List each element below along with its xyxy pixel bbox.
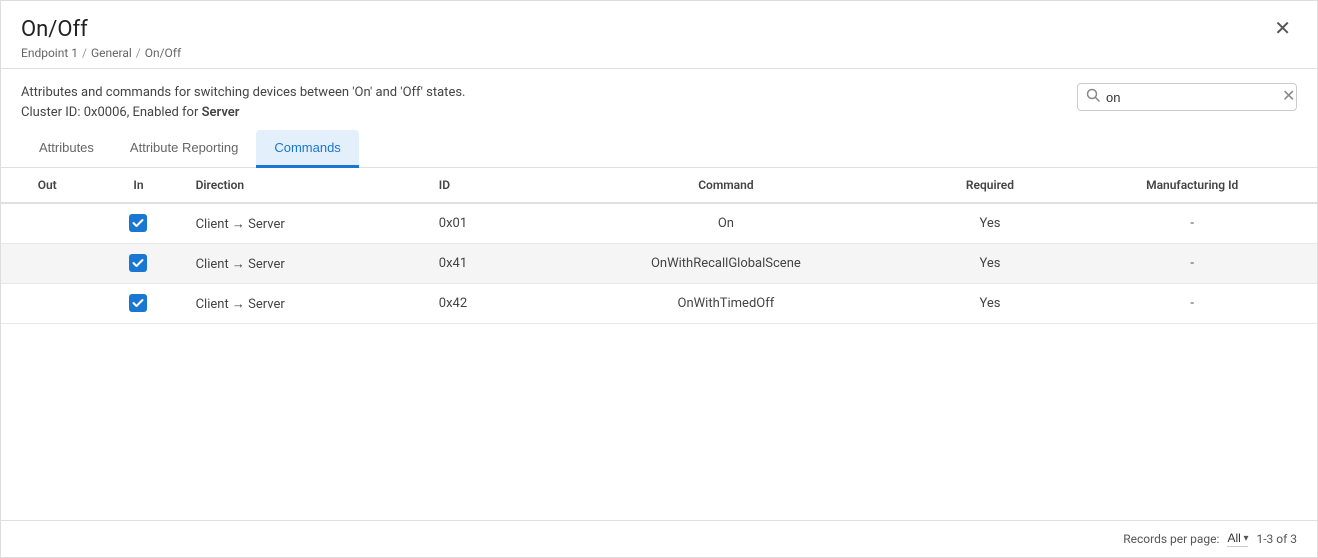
tab-attributes[interactable]: Attributes: [21, 130, 112, 168]
table-row: Client → Server0x41OnWithRecallGlobalSce…: [1, 244, 1317, 284]
modal-title: On/Off: [21, 17, 181, 42]
table-row: Client → Server0x42OnWithTimedOffYes-: [1, 284, 1317, 324]
cell-direction: Client → Server: [184, 203, 427, 244]
col-header-id: ID: [427, 168, 539, 203]
checkbox-checked[interactable]: [129, 294, 147, 312]
breadcrumb-sep-2: /: [136, 46, 141, 60]
description-line1: Attributes and commands for switching de…: [21, 83, 465, 103]
modal-header: On/Off Endpoint 1 / General / On/Off ✕: [1, 1, 1317, 69]
commands-table: Out In Direction ID Command Required Man…: [1, 168, 1317, 324]
cell-required: Yes: [913, 203, 1068, 244]
cell-required: Yes: [913, 244, 1068, 284]
cell-direction: Client → Server: [184, 284, 427, 324]
cell-id: 0x01: [427, 203, 539, 244]
records-per-page-label: Records per page:: [1123, 532, 1219, 546]
modal: On/Off Endpoint 1 / General / On/Off ✕ A…: [0, 0, 1318, 558]
cell-manufacturing-id: -: [1067, 244, 1317, 284]
search-box: ✕: [1077, 83, 1297, 111]
cell-required: Yes: [913, 284, 1068, 324]
cell-command: OnWithTimedOff: [539, 284, 912, 324]
table-header-row: Out In Direction ID Command Required Man…: [1, 168, 1317, 203]
cell-id: 0x42: [427, 284, 539, 324]
table-row: Client → Server0x01OnYes-: [1, 203, 1317, 244]
cell-in[interactable]: [93, 244, 183, 284]
cell-command: OnWithRecallGlobalScene: [539, 244, 912, 284]
breadcrumb-item-1: Endpoint 1: [21, 46, 78, 60]
description-line2-prefix: Cluster ID: 0x0006, Enabled for: [21, 105, 202, 120]
cell-out: [1, 244, 93, 284]
breadcrumb-item-3: On/Off: [145, 46, 181, 60]
col-header-in: In: [93, 168, 183, 203]
checkbox-checked[interactable]: [129, 214, 147, 232]
cell-direction: Client → Server: [184, 244, 427, 284]
search-input[interactable]: [1106, 90, 1282, 105]
cell-manufacturing-id: -: [1067, 203, 1317, 244]
search-icon: [1086, 88, 1100, 106]
table-container: Out In Direction ID Command Required Man…: [1, 168, 1317, 520]
tab-attribute-reporting[interactable]: Attribute Reporting: [112, 130, 256, 168]
breadcrumb-sep-1: /: [82, 46, 87, 60]
per-page-select[interactable]: All 10 25 50: [1227, 531, 1241, 545]
cell-id: 0x41: [427, 244, 539, 284]
tabs: Attributes Attribute Reporting Commands: [1, 130, 1317, 168]
description-line2: Cluster ID: 0x0006, Enabled for Server: [21, 103, 465, 123]
col-header-direction: Direction: [184, 168, 427, 203]
cell-in[interactable]: [93, 203, 183, 244]
description-text: Attributes and commands for switching de…: [21, 83, 465, 122]
per-page-wrapper: All 10 25 50 ▾: [1227, 531, 1248, 547]
tab-commands[interactable]: Commands: [256, 130, 358, 168]
cell-in[interactable]: [93, 284, 183, 324]
close-button[interactable]: ✕: [1268, 17, 1297, 41]
chevron-down-icon: ▾: [1243, 533, 1248, 544]
header-left: On/Off Endpoint 1 / General / On/Off: [21, 17, 181, 60]
cell-manufacturing-id: -: [1067, 284, 1317, 324]
cell-command: On: [539, 203, 912, 244]
description-line2-bold: Server: [202, 105, 240, 120]
breadcrumb: Endpoint 1 / General / On/Off: [21, 46, 181, 60]
checkbox-checked[interactable]: [129, 254, 147, 272]
col-header-command: Command: [539, 168, 912, 203]
description-section: Attributes and commands for switching de…: [1, 69, 1317, 130]
breadcrumb-item-2: General: [91, 46, 132, 60]
col-header-out: Out: [1, 168, 93, 203]
col-header-manufacturing-id: Manufacturing Id: [1067, 168, 1317, 203]
cell-out: [1, 203, 93, 244]
footer: Records per page: All 10 25 50 ▾ 1-3 of …: [1, 520, 1317, 557]
col-header-required: Required: [913, 168, 1068, 203]
records-range-label: 1-3 of 3: [1256, 532, 1297, 546]
search-clear-button[interactable]: ✕: [1282, 89, 1295, 105]
cell-out: [1, 284, 93, 324]
